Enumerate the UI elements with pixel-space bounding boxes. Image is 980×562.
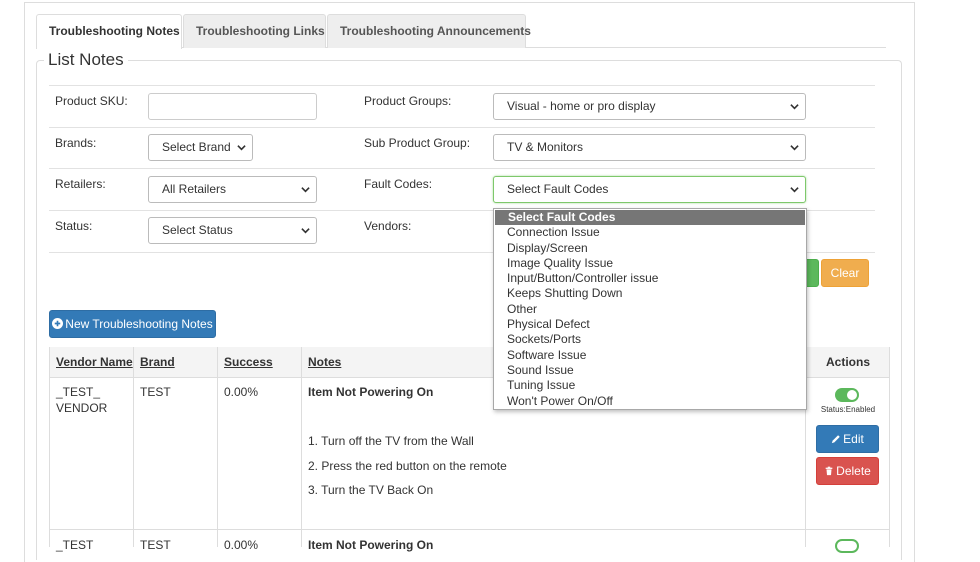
note-title: Item Not Powering On <box>308 385 434 399</box>
pencil-icon <box>831 435 840 444</box>
vendors-label: Vendors: <box>364 219 412 233</box>
fault-code-option[interactable]: Keeps Shutting Down <box>494 286 806 301</box>
header-success[interactable]: Success <box>218 347 301 377</box>
fault-codes-value: Select Fault Codes <box>507 182 609 196</box>
note-step: 2. Press the red button on the remote <box>308 459 507 473</box>
fault-code-option[interactable]: Select Fault Codes <box>495 210 805 226</box>
table-border <box>49 347 50 547</box>
product-groups-select[interactable]: Visual - home or pro display <box>493 93 806 120</box>
vendor-name-cell: VENDOR <box>56 401 108 415</box>
fault-code-option[interactable]: Physical Defect <box>494 317 806 332</box>
new-troubleshooting-notes-button[interactable]: New Troubleshooting Notes <box>49 310 216 338</box>
sub-product-group-label: Sub Product Group: <box>364 136 471 150</box>
fault-code-option[interactable]: Input/Button/Controller issue <box>494 271 806 286</box>
tab-bar: Troubleshooting Notes Troubleshooting Li… <box>36 14 886 49</box>
chevron-down-icon <box>301 187 310 193</box>
retailers-select[interactable]: All Retailers <box>148 176 317 203</box>
chevron-down-icon <box>237 145 246 151</box>
table-border <box>301 347 302 547</box>
toggle-knob <box>847 390 857 400</box>
status-select[interactable]: Select Status <box>148 217 317 244</box>
vendor-name-cell: _TEST <box>56 538 94 552</box>
sub-product-group-select[interactable]: TV & Monitors <box>493 134 806 161</box>
fault-code-option[interactable]: Sound Issue <box>494 363 806 378</box>
brands-label: Brands: <box>55 136 97 150</box>
chevron-down-icon <box>790 104 799 110</box>
fault-codes-dropdown: Select Fault Codes Connection Issue Disp… <box>493 208 807 410</box>
tab-troubleshooting-announcements[interactable]: Troubleshooting Announcements <box>327 14 531 48</box>
fault-code-option[interactable]: Sockets/Ports <box>494 332 806 347</box>
retailers-label: Retailers: <box>55 177 106 191</box>
fault-code-option[interactable]: Software Issue <box>494 348 806 363</box>
fault-code-option[interactable]: Connection Issue <box>494 225 806 240</box>
edit-button[interactable]: Edit <box>816 425 879 453</box>
brands-select[interactable]: Select Brand <box>148 134 253 161</box>
row-divider <box>49 168 875 169</box>
header-actions: Actions <box>806 347 890 377</box>
note-step: 3. Turn the TV Back On <box>308 483 434 497</box>
status-toggle[interactable] <box>835 388 859 402</box>
plus-circle-icon <box>52 318 64 329</box>
chevron-down-icon <box>790 187 799 193</box>
trash-icon <box>825 466 833 476</box>
chevron-down-icon <box>301 228 310 234</box>
status-label: Status: <box>55 219 93 233</box>
edit-label: Edit <box>843 432 864 446</box>
table-border <box>133 347 134 547</box>
fault-codes-select[interactable]: Select Fault Codes <box>493 176 806 203</box>
product-groups-label: Product Groups: <box>364 94 452 108</box>
section-title: List Notes <box>44 50 128 70</box>
fault-code-option[interactable]: Display/Screen <box>494 241 806 256</box>
product-sku-input[interactable] <box>148 93 317 120</box>
sub-product-group-value: TV & Monitors <box>507 140 584 154</box>
row-divider <box>49 85 875 86</box>
row-divider <box>49 127 875 128</box>
status-text: Status:Enabled <box>820 405 876 414</box>
status-value: Select Status <box>162 223 233 237</box>
table-border <box>49 529 890 530</box>
brands-value: Select Brand <box>162 140 231 154</box>
tab-troubleshooting-notes[interactable]: Troubleshooting Notes <box>36 14 182 49</box>
brand-cell: TEST <box>140 538 171 552</box>
new-notes-label: New Troubleshooting Notes <box>65 317 213 331</box>
fault-code-option[interactable]: Tuning Issue <box>494 378 806 393</box>
brand-cell: TEST <box>140 385 171 399</box>
success-cell: 0.00% <box>224 538 259 552</box>
fault-code-option[interactable]: Other <box>494 302 806 317</box>
note-step: 1. Turn off the TV from the Wall <box>308 434 474 448</box>
delete-button[interactable]: Delete <box>816 457 879 485</box>
chevron-down-icon <box>790 145 799 151</box>
retailers-value: All Retailers <box>162 182 227 196</box>
note-title: Item Not Powering On <box>308 538 434 552</box>
success-cell: 0.00% <box>224 385 259 399</box>
fault-codes-label: Fault Codes: <box>364 177 433 191</box>
clear-button[interactable]: Clear <box>821 259 869 287</box>
status-toggle[interactable] <box>835 539 859 553</box>
table-border <box>217 347 218 547</box>
fault-code-option[interactable]: Won't Power On/Off <box>494 394 806 409</box>
tab-troubleshooting-links[interactable]: Troubleshooting Links <box>183 14 326 48</box>
header-vendor-name[interactable]: Vendor Name <box>50 347 133 377</box>
vendor-name-cell: _TEST_ <box>56 385 101 399</box>
table-border <box>889 347 890 547</box>
fault-code-option[interactable]: Image Quality Issue <box>494 256 806 271</box>
delete-label: Delete <box>836 464 871 478</box>
product-sku-label: Product SKU: <box>55 94 128 108</box>
header-brand[interactable]: Brand <box>134 347 217 377</box>
product-groups-value: Visual - home or pro display <box>507 99 656 113</box>
